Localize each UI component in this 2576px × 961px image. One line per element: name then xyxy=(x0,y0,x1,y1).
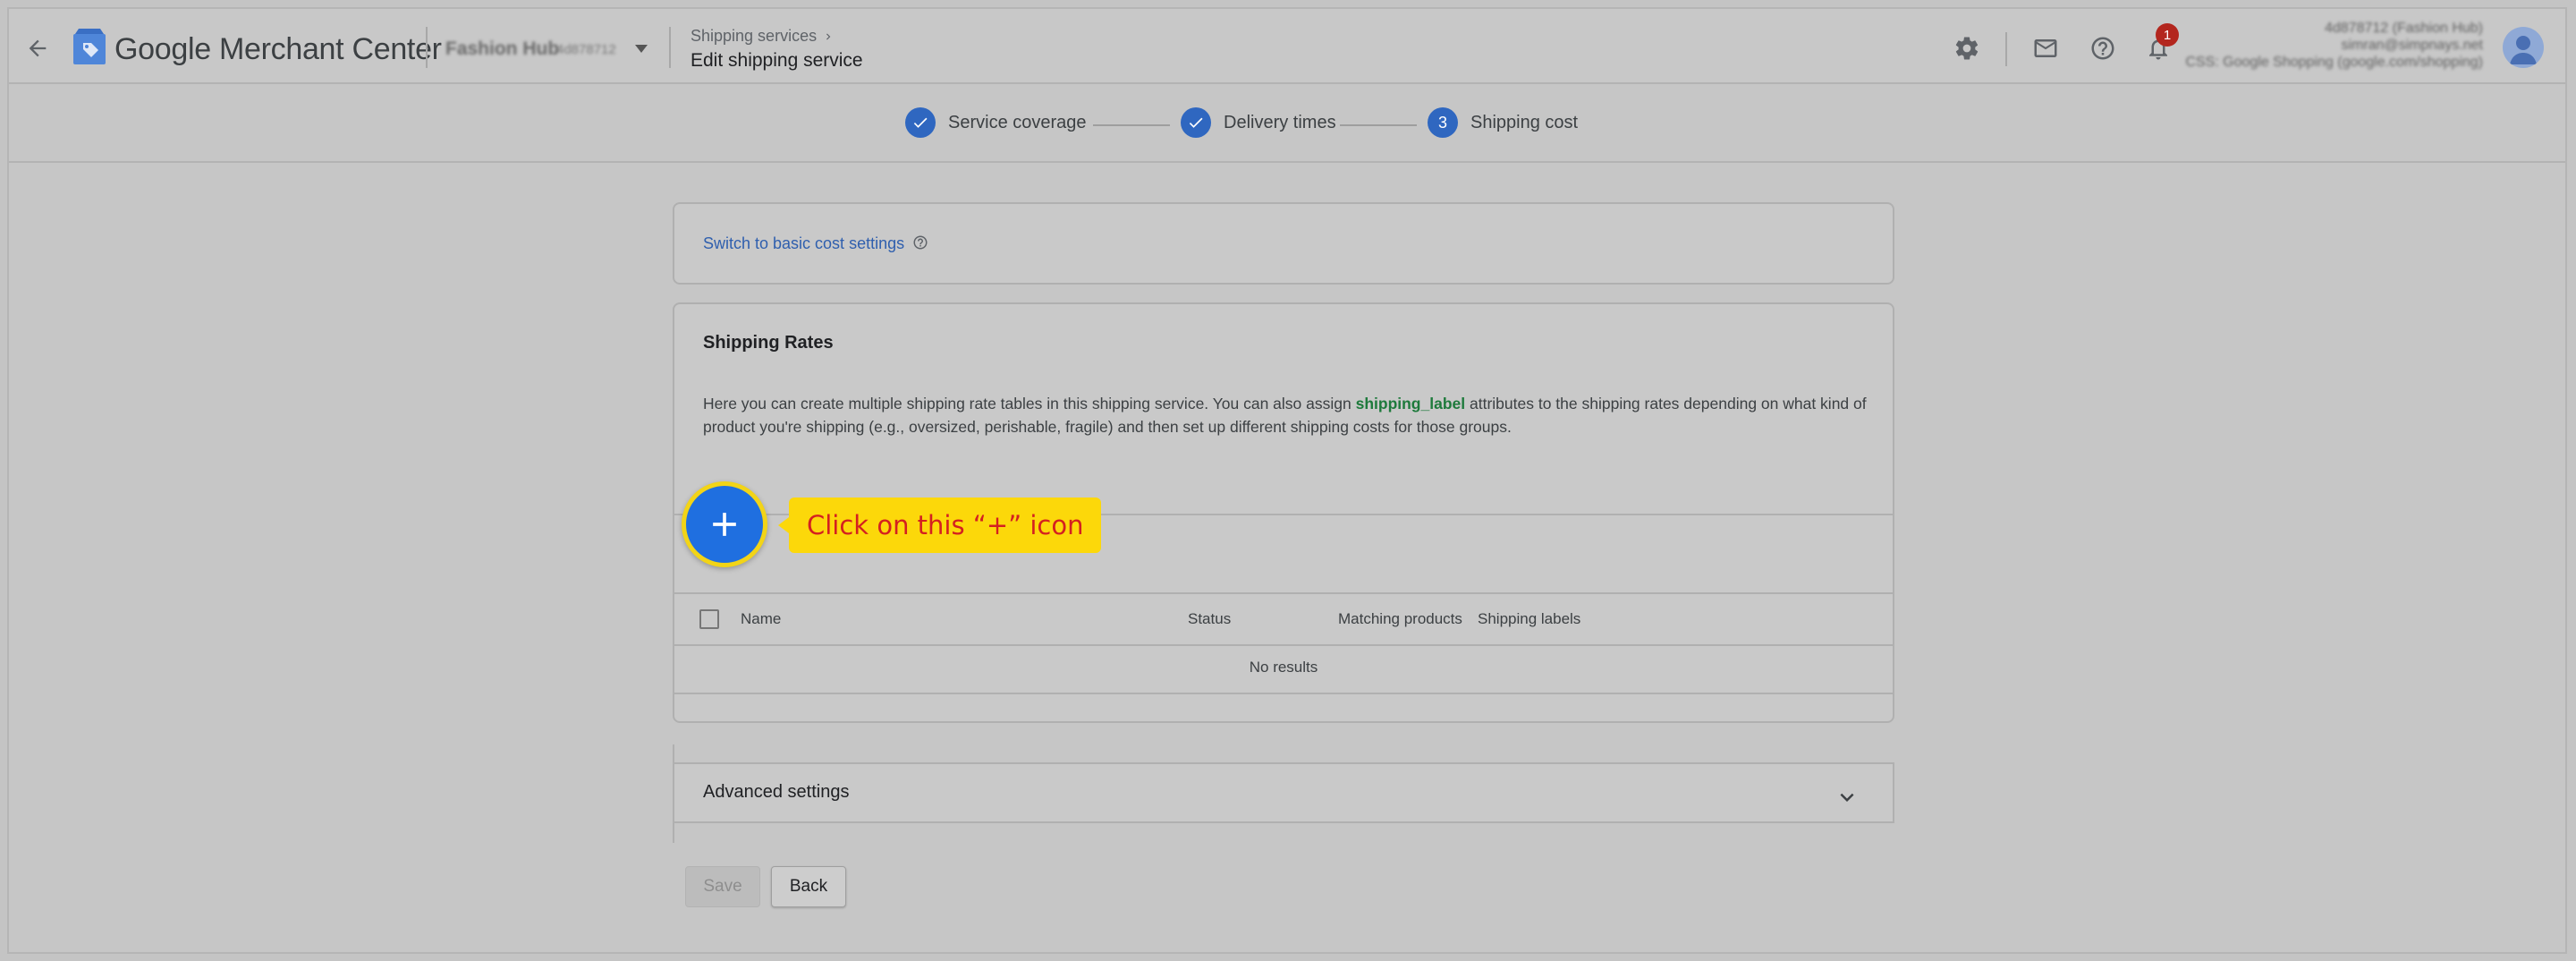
account-info-line: 4d878712 (Fashion Hub) xyxy=(2324,21,2483,36)
step-label: Service coverage xyxy=(948,112,1087,132)
page-title: Edit shipping service xyxy=(691,50,863,71)
basic-cost-settings-row: Switch to basic cost settings xyxy=(703,234,928,255)
cost-settings-card: Switch to basic cost settings xyxy=(673,202,1894,285)
column-status[interactable]: Status xyxy=(1188,610,1231,628)
plus-icon xyxy=(713,513,736,536)
account-info[interactable]: 4d878712 (Fashion Hub) simran@simpnays.n… xyxy=(2185,20,2483,71)
empty-table-message: No results xyxy=(1249,659,1318,676)
advanced-settings-panel[interactable]: Advanced settings xyxy=(673,762,1894,823)
switch-to-basic-cost-link[interactable]: Switch to basic cost settings xyxy=(703,234,904,252)
header-divider xyxy=(426,27,428,68)
step-connector xyxy=(1093,124,1170,126)
tutorial-callout: Click on this “+” icon xyxy=(777,498,1102,553)
column-shipping-labels[interactable]: Shipping labels xyxy=(1478,610,1580,628)
table-divider xyxy=(674,644,1893,646)
save-button[interactable]: Save xyxy=(685,866,760,907)
breadcrumb-shipping-services[interactable]: Shipping services xyxy=(691,27,817,46)
section-connector xyxy=(673,744,674,762)
shipping-label-keyword: shipping_label xyxy=(1355,395,1466,412)
breadcrumb[interactable]: Shipping services xyxy=(691,27,835,46)
back-button[interactable]: Back xyxy=(771,866,846,907)
account-id: 4d878712 xyxy=(556,42,616,57)
check-icon xyxy=(905,107,936,138)
step-service-coverage[interactable]: Service coverage xyxy=(905,107,1087,138)
account-info-line: simran@simpnays.net xyxy=(2341,38,2483,53)
section-connector xyxy=(673,823,674,843)
chevron-right-icon xyxy=(826,33,831,39)
app-frame: Google Merchant Center Fashion Hub 4d878… xyxy=(7,7,2567,954)
header-divider xyxy=(669,27,671,68)
add-shipping-rate-button[interactable] xyxy=(682,481,767,567)
settings-gear-icon[interactable] xyxy=(1952,33,1982,64)
account-dropdown-icon[interactable] xyxy=(635,45,648,53)
description-text: Here you can create multiple shipping ra… xyxy=(703,395,1356,412)
step-connector xyxy=(1340,124,1417,126)
user-avatar[interactable] xyxy=(2503,27,2544,68)
step-shipping-cost[interactable]: 3 Shipping cost xyxy=(1428,107,1578,138)
shipping-rates-description: Here you can create multiple shipping ra… xyxy=(703,392,1884,438)
merchant-center-logo-icon xyxy=(72,27,107,66)
step-label: Shipping cost xyxy=(1470,112,1579,132)
table-divider xyxy=(674,693,1893,694)
header-divider xyxy=(2005,32,2007,66)
shipping-rates-title: Shipping Rates xyxy=(703,333,834,353)
check-icon xyxy=(1181,107,1211,138)
rates-table-header: Name Status Matching products Shipping l… xyxy=(674,594,1893,644)
progress-stepper: Service coverage Delivery times 3 Shippi… xyxy=(9,86,2565,163)
step-label: Delivery times xyxy=(1224,112,1336,132)
chevron-down-icon[interactable] xyxy=(1834,784,1860,811)
mail-icon[interactable] xyxy=(2030,33,2061,64)
top-app-bar: Google Merchant Center Fashion Hub 4d878… xyxy=(9,9,2565,84)
column-name[interactable]: Name xyxy=(741,610,781,628)
back-arrow-icon[interactable] xyxy=(20,30,55,66)
column-matching-products[interactable]: Matching products xyxy=(1338,610,1462,628)
select-all-checkbox[interactable] xyxy=(699,609,719,629)
help-circle-icon[interactable] xyxy=(912,234,928,255)
account-info-line: CSS: Google Shopping (google.com/shoppin… xyxy=(2185,55,2483,70)
advanced-settings-title: Advanced settings xyxy=(703,782,850,802)
notification-count-badge: 1 xyxy=(2156,23,2179,47)
account-name[interactable]: Fashion Hub xyxy=(445,38,559,60)
step-number: 3 xyxy=(1428,107,1458,138)
help-icon[interactable] xyxy=(2088,33,2118,64)
step-delivery-times[interactable]: Delivery times xyxy=(1181,107,1336,138)
product-name: Google Merchant Center xyxy=(114,32,442,66)
